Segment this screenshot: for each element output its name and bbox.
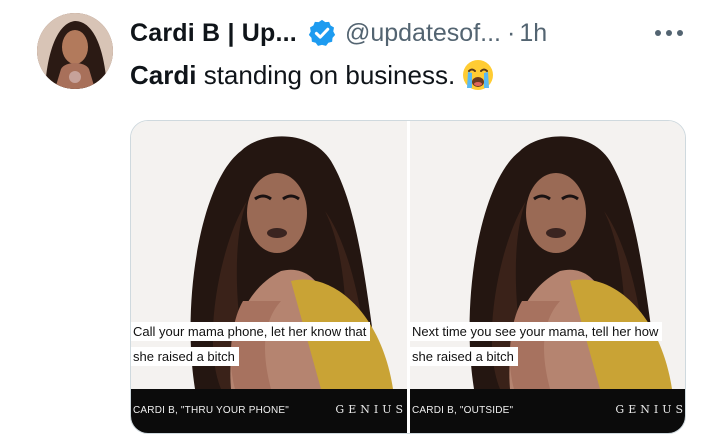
media-footer: CARDI B, "OUTSIDE" GENIUS bbox=[410, 389, 686, 433]
genius-logo: GENIUS bbox=[335, 403, 407, 416]
caption-line-2: she raised a bitch bbox=[410, 347, 518, 366]
song-label: CARDI B, "THRU YOUR PHONE" bbox=[133, 405, 290, 416]
media-grid[interactable]: Call your mama phone, let her know that … bbox=[130, 120, 686, 434]
caption-line-1: Next time you see your mama, tell her ho… bbox=[410, 322, 663, 341]
tweet-header: Cardi B | Up... @updatesof... · 1h bbox=[130, 16, 547, 50]
more-options-button[interactable] bbox=[650, 20, 690, 46]
tweet-text: Cardi standing on business. bbox=[130, 58, 495, 92]
separator-dot: · bbox=[506, 18, 516, 47]
media-image-right[interactable]: Next time you see your mama, tell her ho… bbox=[410, 121, 686, 433]
avatar[interactable] bbox=[37, 13, 113, 89]
more-dots-icon bbox=[655, 30, 683, 36]
tweet-text-body: standing on business. bbox=[196, 59, 456, 90]
user-handle[interactable]: @updatesof... bbox=[345, 19, 501, 48]
timestamp[interactable]: 1h bbox=[519, 19, 547, 48]
caption-line-2: she raised a bitch bbox=[131, 347, 239, 366]
tweet-text-bold: Cardi bbox=[130, 59, 197, 90]
display-name[interactable]: Cardi B | Up... bbox=[130, 19, 297, 48]
loudly-crying-face-icon bbox=[461, 58, 495, 92]
song-label: CARDI B, "OUTSIDE" bbox=[412, 405, 514, 416]
media-footer: CARDI B, "THRU YOUR PHONE" GENIUS bbox=[131, 389, 407, 433]
verified-badge-icon bbox=[307, 18, 337, 48]
avatar-image bbox=[37, 13, 113, 89]
media-image-left[interactable]: Call your mama phone, let her know that … bbox=[131, 121, 407, 433]
genius-logo: GENIUS bbox=[615, 403, 686, 416]
tweet[interactable]: Cardi B | Up... @updatesof... · 1h Cardi… bbox=[0, 0, 720, 438]
caption-line-1: Call your mama phone, let her know that bbox=[131, 322, 371, 341]
